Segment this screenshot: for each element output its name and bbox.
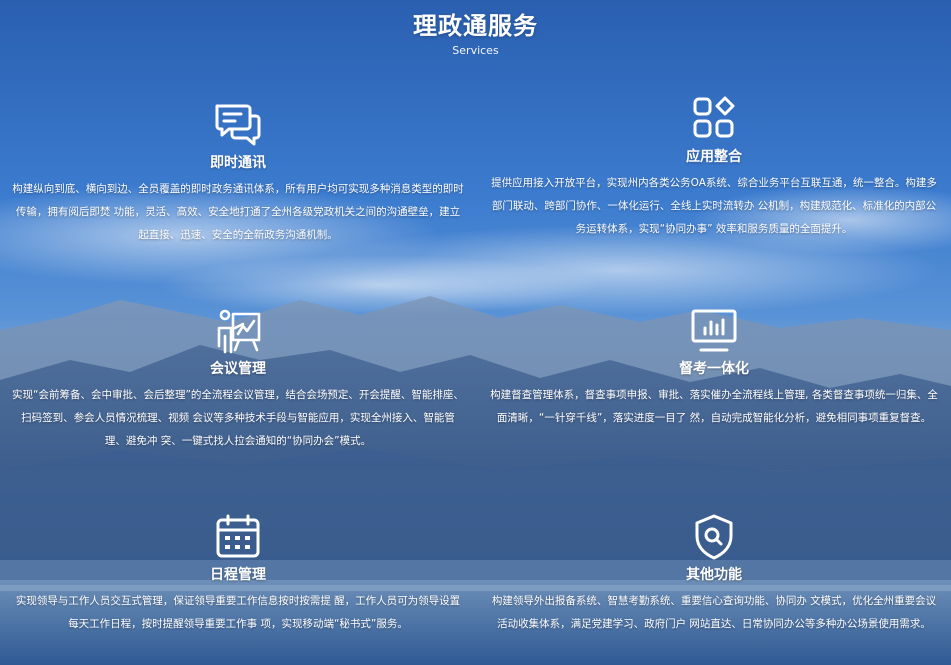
service-card-supervision[interactable]: 督考一体化 构建督查管理体系，督查事项申报、审批、落实催办全流程线上管理, 各类… <box>484 308 944 430</box>
presentation-icon <box>217 309 261 354</box>
service-title: 会议管理 <box>210 361 266 377</box>
service-description: 实现领导与工作人员交互式管理，保证领导重要工作信息按时按需提 醒，工作人员可为领… <box>15 595 461 630</box>
service-title: 即时通讯 <box>210 155 266 171</box>
service-description: 实现“会前筹备、会中审批、会后整理”的全流程会议管理，结合会场预定、开会提醒、智… <box>12 389 464 447</box>
page-subtitle: Services <box>452 44 499 57</box>
service-title: 应用整合 <box>686 149 742 165</box>
monitor-chart-icon <box>691 309 737 352</box>
service-description: 构建领导外出报备系统、智慧考勤系统、重要信心查询功能、协同办 文模式，优化全州重… <box>491 595 937 630</box>
service-card-meeting-management[interactable]: 会议管理 实现“会前筹备、会中审批、会后整理”的全流程会议管理，结合会场预定、开… <box>8 308 468 453</box>
services-section: 理政通服务 Services 即时通讯 构建纵向到底、横向到边、全员覆盖的即时政… <box>0 0 951 665</box>
service-title: 其他功能 <box>686 567 742 583</box>
service-card-other-features[interactable]: 其他功能 构建领导外出报备系统、智慧考勤系统、重要信心查询功能、协同办 文模式，… <box>484 514 944 636</box>
service-card-app-integration[interactable]: 应用整合 提供应用接入开放平台，实现州内各类公务OA系统、综合业务平台互联互通，… <box>484 96 944 241</box>
service-title: 督考一体化 <box>679 361 749 377</box>
app-grid-icon <box>693 96 735 138</box>
service-title: 日程管理 <box>210 567 266 583</box>
service-description: 构建督查管理体系，督查事项申报、审批、落实催办全流程线上管理, 各类督查事项统一… <box>490 389 938 424</box>
service-description: 提供应用接入开放平台，实现州内各类公务OA系统、综合业务平台互联互通，统一整合。… <box>491 177 937 235</box>
service-card-instant-messaging[interactable]: 即时通讯 构建纵向到底、横向到边、全员覆盖的即时政务通讯体系，所有用户均可实现多… <box>8 102 468 247</box>
service-description: 构建纵向到底、横向到边、全员覆盖的即时政务通讯体系，所有用户均可实现多种消息类型… <box>12 183 464 241</box>
service-card-schedule[interactable]: 日程管理 实现领导与工作人员交互式管理，保证领导重要工作信息按时按需提 醒，工作… <box>8 514 468 636</box>
chat-bubbles-icon <box>215 104 261 146</box>
page-title: 理政通服务 <box>413 12 538 40</box>
calendar-icon <box>216 514 260 558</box>
shield-search-icon <box>695 514 733 560</box>
